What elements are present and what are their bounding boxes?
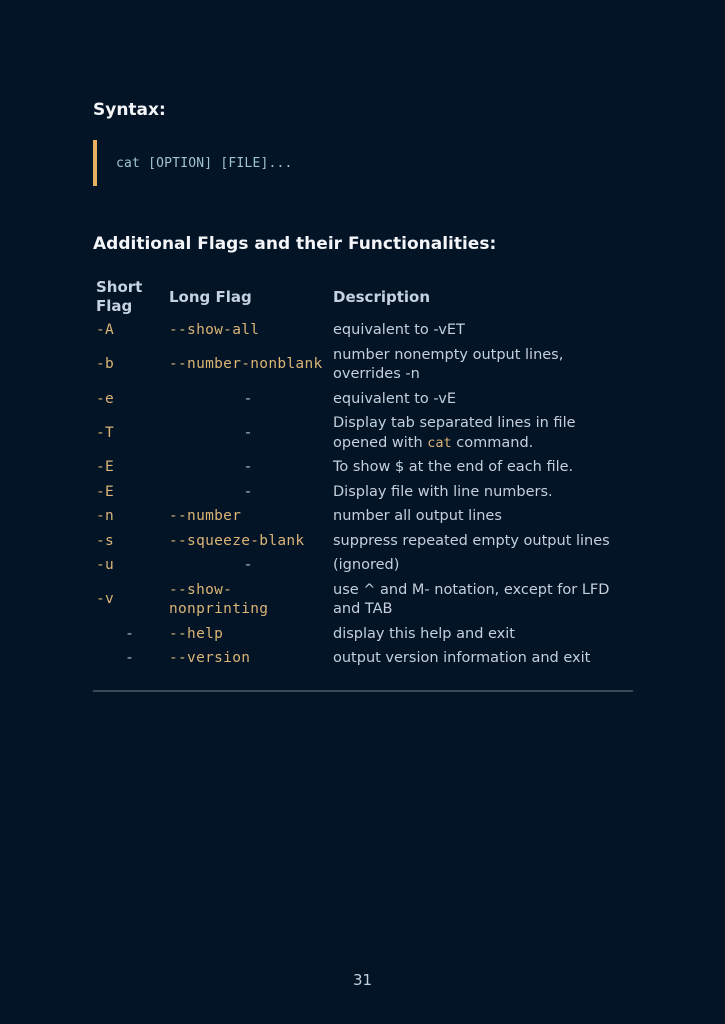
- syntax-code-block: cat [OPTION] [FILE]...: [93, 140, 393, 186]
- flag-description: (ignored): [333, 557, 400, 573]
- table-row: -v --show-nonprinting use ^ and M- notat…: [93, 579, 633, 623]
- table-row: -u - (ignored): [93, 554, 633, 579]
- table-row: -T - Display tab separated lines in file…: [93, 412, 633, 456]
- short-flag: -E: [96, 483, 115, 500]
- page-number: 31: [352, 971, 373, 989]
- flags-heading: Additional Flags and their Functionaliti…: [93, 234, 497, 254]
- long-flag: -: [245, 424, 251, 441]
- short-flag: -e: [96, 390, 115, 407]
- long-flag: --show-all: [169, 322, 260, 338]
- header-long-flag: Long Flag: [169, 287, 252, 306]
- table-row: -s --squeeze-blank suppress repeated emp…: [93, 530, 633, 555]
- long-flag: -: [245, 483, 251, 500]
- header-description: Description: [333, 287, 431, 306]
- short-flag: -b: [96, 356, 115, 373]
- short-flag: -T: [96, 424, 115, 441]
- syntax-code: cat [OPTION] [FILE]...: [116, 156, 293, 171]
- flag-description: To show $ at the end of each file.: [333, 459, 574, 475]
- short-flag: -: [126, 625, 133, 642]
- short-flag: -s: [96, 532, 115, 549]
- flag-description: display this help and exit: [333, 625, 515, 642]
- inline-code-cat: cat: [427, 434, 452, 451]
- short-flag: -n: [96, 508, 115, 524]
- flag-description: number nonempty output lines, overrides …: [333, 346, 564, 383]
- short-flag: -u: [96, 557, 115, 573]
- table-row: -e - equivalent to -vE: [93, 388, 633, 413]
- long-flag: --number-nonblank: [169, 356, 323, 373]
- long-flag: -: [245, 557, 251, 573]
- long-flag: --help: [169, 625, 224, 642]
- flag-description: Display file with line numbers.: [333, 483, 553, 500]
- horizontal-rule: [93, 690, 633, 692]
- flag-description: use ^ and M- notation, except for LFD an…: [333, 581, 610, 618]
- table-row: -b --number-nonblank number nonempty out…: [93, 344, 633, 388]
- long-flag: --show-nonprinting: [169, 581, 269, 618]
- table-row: -E - Display file with line numbers.: [93, 481, 633, 506]
- short-flag: -E: [96, 459, 115, 475]
- long-flag: -: [245, 390, 251, 407]
- flag-description: Display tab separated lines in file open…: [333, 415, 576, 451]
- flag-description: number all output lines: [333, 508, 502, 524]
- flags-table: Short Flag Long Flag Description -A --sh…: [93, 276, 633, 672]
- long-flag: -: [245, 459, 251, 475]
- long-flag: --version: [169, 650, 251, 666]
- flag-description: equivalent to -vET: [333, 322, 465, 338]
- flag-description: output version information and exit: [333, 650, 591, 666]
- header-short-flag: Short Flag: [96, 278, 143, 315]
- table-header-row: Short Flag Long Flag Description: [93, 276, 633, 319]
- table-row: -n --number number all output lines: [93, 505, 633, 530]
- table-row: - --version output version information a…: [93, 647, 633, 672]
- syntax-heading: Syntax:: [93, 100, 166, 120]
- short-flag: -: [126, 650, 133, 666]
- table-row: -E - To show $ at the end of each file.: [93, 456, 633, 481]
- flag-description: equivalent to -vE: [333, 390, 456, 407]
- table-row: -A --show-all equivalent to -vET: [93, 319, 633, 344]
- short-flag: -A: [96, 322, 115, 338]
- flag-description: suppress repeated empty output lines: [333, 532, 610, 549]
- long-flag: --squeeze-blank: [169, 532, 305, 549]
- short-flag: -v: [96, 591, 115, 608]
- long-flag: --number: [169, 508, 242, 524]
- table-row: - --help display this help and exit: [93, 623, 633, 648]
